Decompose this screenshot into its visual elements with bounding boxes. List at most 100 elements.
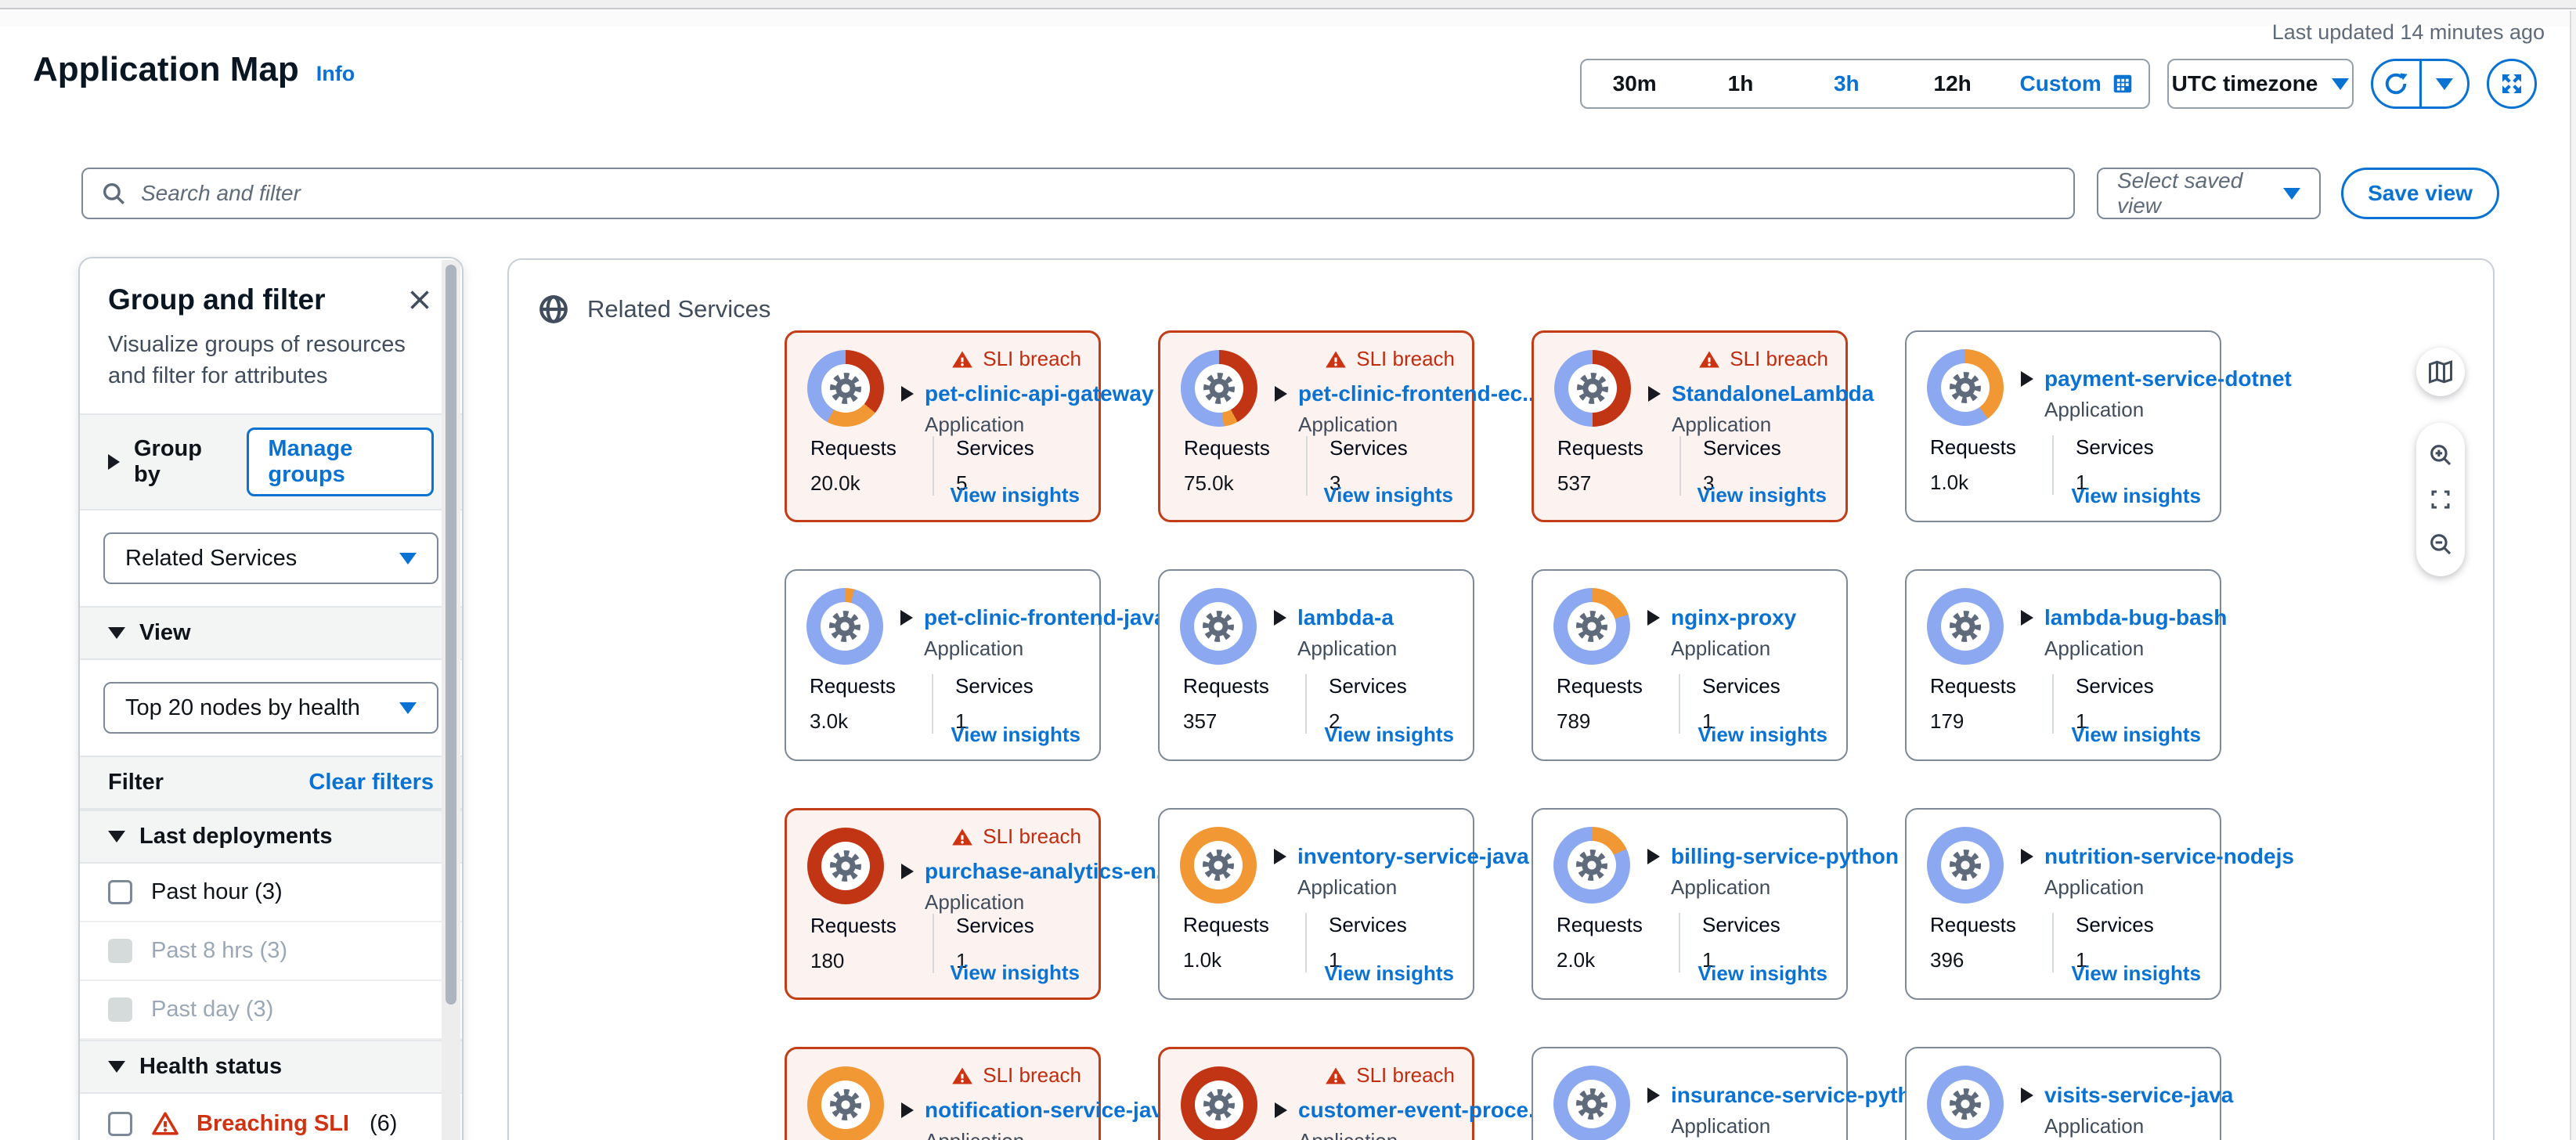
health-filter-row[interactable]: Breaching SLI(6) xyxy=(80,1094,462,1140)
service-name-link[interactable]: lambda-bug-bash xyxy=(2021,605,2227,630)
donut-hole xyxy=(821,602,869,651)
chevron-right-icon[interactable] xyxy=(901,1102,914,1118)
view-insights-link[interactable]: View insights xyxy=(2071,484,2201,508)
view-insights-link[interactable]: View insights xyxy=(951,723,1081,747)
chevron-right-icon[interactable] xyxy=(901,386,914,402)
service-name-link[interactable]: visits-service-java xyxy=(2021,1083,2233,1108)
service-name-link[interactable]: pet-clinic-frontend-java xyxy=(900,605,1167,630)
requests-label: Requests xyxy=(1930,435,2030,460)
service-card[interactable]: payment-service-dotnetApplicationRequest… xyxy=(1905,330,2221,522)
chevron-right-icon[interactable] xyxy=(1275,386,1287,402)
view-select[interactable]: Top 20 nodes by health xyxy=(103,682,438,734)
service-name-link[interactable]: notification-service-java xyxy=(901,1098,1176,1123)
last-deployments-section-header[interactable]: Last deployments xyxy=(80,810,462,864)
fullscreen-button[interactable] xyxy=(2487,59,2537,109)
service-card[interactable]: inventory-service-javaApplicationRequest… xyxy=(1158,808,1474,1000)
chevron-right-icon[interactable] xyxy=(2021,1088,2033,1103)
refresh-button[interactable] xyxy=(2373,61,2419,106)
time-range-3h[interactable]: 3h xyxy=(1794,71,1900,96)
search-input[interactable]: Search and filter xyxy=(81,168,2075,219)
deployment-filter-row[interactable]: Past day (3) xyxy=(80,981,462,1040)
view-insights-link[interactable]: View insights xyxy=(950,483,1080,507)
panel-scrollbar-thumb[interactable] xyxy=(446,265,456,1005)
chevron-right-icon[interactable] xyxy=(2021,849,2033,864)
save-view-button[interactable]: Save view xyxy=(2341,168,2499,219)
service-name-link[interactable]: insurance-service-pyth... xyxy=(1647,1083,1929,1108)
view-section-header[interactable]: View xyxy=(80,606,462,660)
window-scrollbar[interactable] xyxy=(2570,11,2576,1140)
refresh-options-button[interactable] xyxy=(2419,61,2468,106)
chevron-right-icon[interactable] xyxy=(2021,610,2033,626)
group-by-toggle[interactable]: Group by xyxy=(108,436,217,488)
view-insights-link[interactable]: View insights xyxy=(2071,961,2201,986)
deployment-filter-row[interactable]: Past hour (3) xyxy=(80,864,462,922)
service-name-link[interactable]: inventory-service-java xyxy=(1274,844,1529,869)
service-name-link[interactable]: nutrition-service-nodejs xyxy=(2021,844,2294,869)
minimap-toggle-button[interactable] xyxy=(2416,348,2465,396)
service-name-link[interactable]: nginx-proxy xyxy=(1647,605,1796,630)
manage-groups-button[interactable]: Manage groups xyxy=(247,428,434,496)
view-insights-link[interactable]: View insights xyxy=(2071,723,2201,747)
health-status-section-header[interactable]: Health status xyxy=(80,1040,462,1094)
service-card[interactable]: SLI breachpurchase-analytics-en...Applic… xyxy=(785,808,1101,1000)
service-name-link[interactable]: purchase-analytics-en... xyxy=(901,859,1174,884)
service-card[interactable]: billing-service-pythonApplicationRequest… xyxy=(1532,808,1848,1000)
deployment-filter-row[interactable]: Past 8 hrs (3) xyxy=(80,922,462,981)
chevron-right-icon[interactable] xyxy=(1647,1088,1660,1103)
chevron-right-icon[interactable] xyxy=(1647,610,1660,626)
service-card[interactable]: insurance-service-pyth...ApplicationRequ… xyxy=(1532,1047,1848,1140)
service-card[interactable]: nutrition-service-nodejsApplicationReque… xyxy=(1905,808,2221,1000)
service-name-link[interactable]: billing-service-python xyxy=(1647,844,1899,869)
service-name-link[interactable]: payment-service-dotnet xyxy=(2021,366,2292,391)
time-range-1h[interactable]: 1h xyxy=(1687,71,1793,96)
time-range-12h[interactable]: 12h xyxy=(1900,71,2005,96)
zoom-out-button[interactable] xyxy=(2427,531,2454,557)
service-card[interactable]: pet-clinic-frontend-javaApplicationReque… xyxy=(785,569,1101,761)
health-filter-label: Breaching SLI xyxy=(197,1111,349,1137)
view-insights-link[interactable]: View insights xyxy=(1323,483,1453,507)
fit-view-button[interactable] xyxy=(2429,488,2452,511)
service-card[interactable]: nginx-proxyApplicationRequests789Service… xyxy=(1532,569,1848,761)
service-name-link[interactable]: lambda-a xyxy=(1274,605,1397,630)
chevron-right-icon[interactable] xyxy=(1274,849,1286,864)
checkbox[interactable] xyxy=(108,1112,132,1136)
service-name-link[interactable]: pet-clinic-api-gateway xyxy=(901,381,1154,406)
clear-filters-link[interactable]: Clear filters xyxy=(308,770,434,795)
chevron-right-icon[interactable] xyxy=(1275,1102,1287,1118)
view-insights-link[interactable]: View insights xyxy=(950,961,1080,985)
info-link[interactable]: Info xyxy=(316,62,355,86)
zoom-in-button[interactable] xyxy=(2427,442,2454,468)
chevron-right-icon[interactable] xyxy=(1648,386,1661,402)
services-label: Services xyxy=(2076,674,2154,698)
view-insights-link[interactable]: View insights xyxy=(1697,723,1827,747)
chevron-right-icon[interactable] xyxy=(1647,849,1660,864)
service-card[interactable]: SLI breachcustomer-event-proce...Applica… xyxy=(1158,1047,1474,1140)
view-insights-link[interactable]: View insights xyxy=(1324,961,1454,986)
service-card[interactable]: visits-service-javaApplicationRequestsSe… xyxy=(1905,1047,2221,1140)
saved-view-dropdown[interactable]: Select saved view xyxy=(2097,168,2321,219)
service-name-link[interactable]: pet-clinic-frontend-ec... xyxy=(1275,381,1541,406)
service-card[interactable]: SLI breachnotification-service-javaAppli… xyxy=(785,1047,1101,1140)
view-insights-link[interactable]: View insights xyxy=(1697,483,1827,507)
service-card[interactable]: SLI breachpet-clinic-api-gatewayApplicat… xyxy=(785,330,1101,522)
service-name-link[interactable]: customer-event-proce... xyxy=(1275,1098,1546,1123)
service-card[interactable]: SLI breachpet-clinic-frontend-ec...Appli… xyxy=(1158,330,1474,522)
view-insights-link[interactable]: View insights xyxy=(1324,723,1454,747)
timezone-dropdown[interactable]: UTC timezone xyxy=(2167,59,2354,109)
service-name-link[interactable]: StandaloneLambda xyxy=(1648,381,1874,406)
chevron-right-icon[interactable] xyxy=(1274,610,1286,626)
chevron-right-icon[interactable] xyxy=(901,864,914,879)
service-card[interactable]: lambda-aApplicationRequests357Services2V… xyxy=(1158,569,1474,761)
chevron-right-icon[interactable] xyxy=(2021,371,2033,387)
service-card[interactable]: lambda-bug-bashApplicationRequests179Ser… xyxy=(1905,569,2221,761)
time-range-30m[interactable]: 30m xyxy=(1582,71,1687,96)
group-by-select[interactable]: Related Services xyxy=(103,532,438,584)
time-range-custom[interactable]: Custom xyxy=(2005,71,2148,96)
close-icon[interactable] xyxy=(406,286,434,314)
checkbox[interactable] xyxy=(108,880,132,904)
chevron-down-icon xyxy=(399,553,417,565)
card-head: customer-event-proce...Application xyxy=(1275,1098,1546,1140)
service-card[interactable]: SLI breachStandaloneLambdaApplicationReq… xyxy=(1532,330,1848,522)
chevron-right-icon[interactable] xyxy=(900,610,913,626)
view-insights-link[interactable]: View insights xyxy=(1697,961,1827,986)
